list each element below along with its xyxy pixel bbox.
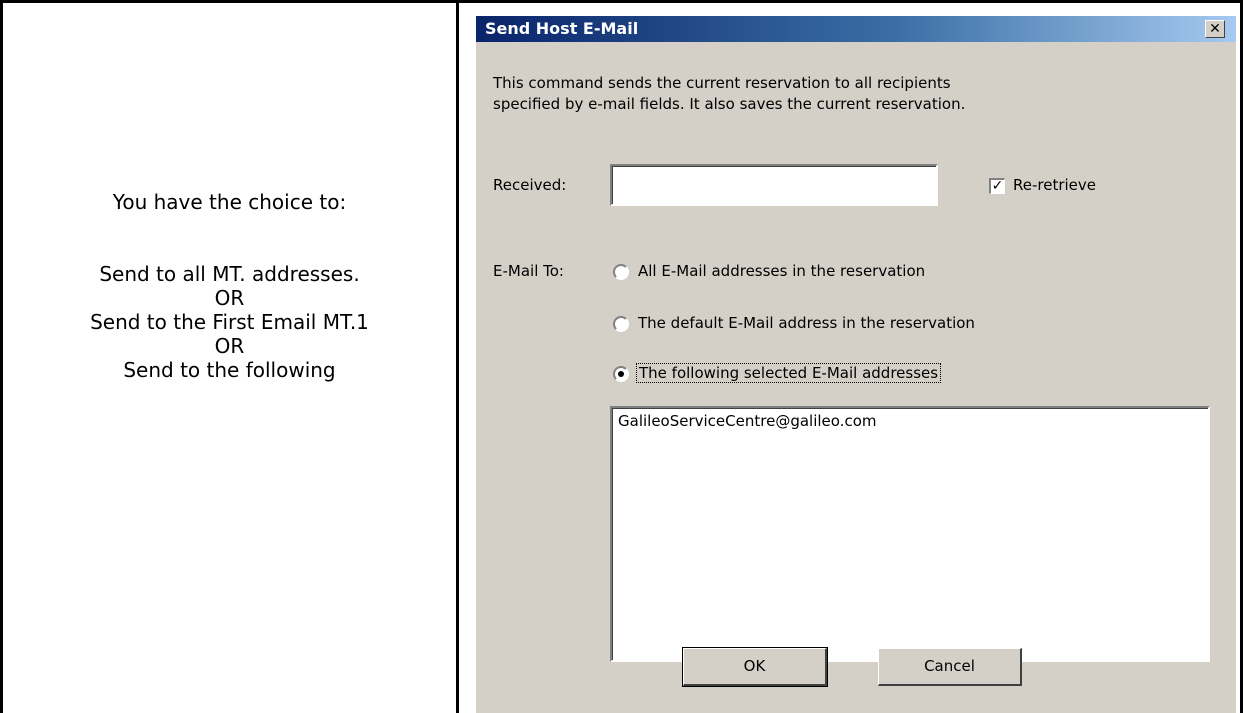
dialog-titlebar[interactable]: Send Host E-Mail ✕ — [476, 16, 1236, 42]
choice-or-2: OR — [214, 334, 245, 358]
option-selected-addresses-label[interactable]: The following selected E-Mail addresses — [636, 363, 942, 383]
email-address-list[interactable]: GalileoServiceCentre@galileo.com — [610, 406, 1210, 662]
received-input[interactable] — [610, 164, 938, 206]
choice-list: Send to all MT. addresses. OR Send to th… — [3, 261, 456, 383]
description-line-1: This command sends the current reservati… — [493, 74, 951, 92]
close-icon: ✕ — [1209, 21, 1221, 37]
description-line-2: specified by e-mail fields. It also save… — [493, 95, 966, 113]
radio-default-address[interactable] — [613, 316, 629, 332]
checkmark-icon: ✓ — [991, 178, 1004, 194]
reretrieve-label[interactable]: Re-retrieve — [1013, 176, 1096, 194]
choice-first-email: Send to the First Email MT.1 — [90, 310, 369, 334]
received-label: Received: — [493, 176, 567, 194]
send-host-email-dialog: Send Host E-Mail ✕ This command sends th… — [476, 16, 1236, 713]
dialog-description: This command sends the current reservati… — [493, 73, 1193, 115]
choice-or-1: OR — [214, 286, 245, 310]
table-column-divider — [456, 0, 459, 713]
radio-selected-addresses[interactable] — [613, 366, 629, 382]
option-default-address-label[interactable]: The default E-Mail address in the reserv… — [638, 314, 975, 332]
ok-button[interactable]: OK — [682, 647, 828, 687]
choice-all-mt: Send to all MT. addresses. — [99, 262, 360, 286]
email-to-label: E-Mail To: — [493, 262, 564, 280]
list-item[interactable]: GalileoServiceCentre@galileo.com — [618, 412, 876, 430]
close-button[interactable]: ✕ — [1205, 20, 1225, 38]
instructions-cell: You have the choice to: Send to all MT. … — [3, 3, 456, 713]
choice-following: Send to the following — [123, 358, 336, 382]
reretrieve-checkbox[interactable]: ✓ — [989, 178, 1005, 194]
instructions-heading: You have the choice to: — [112, 190, 347, 214]
option-all-addresses-label[interactable]: All E-Mail addresses in the reservation — [638, 262, 925, 280]
cancel-button[interactable]: Cancel — [878, 648, 1022, 686]
radio-all-addresses[interactable] — [613, 264, 629, 280]
dialog-title: Send Host E-Mail — [485, 19, 639, 38]
